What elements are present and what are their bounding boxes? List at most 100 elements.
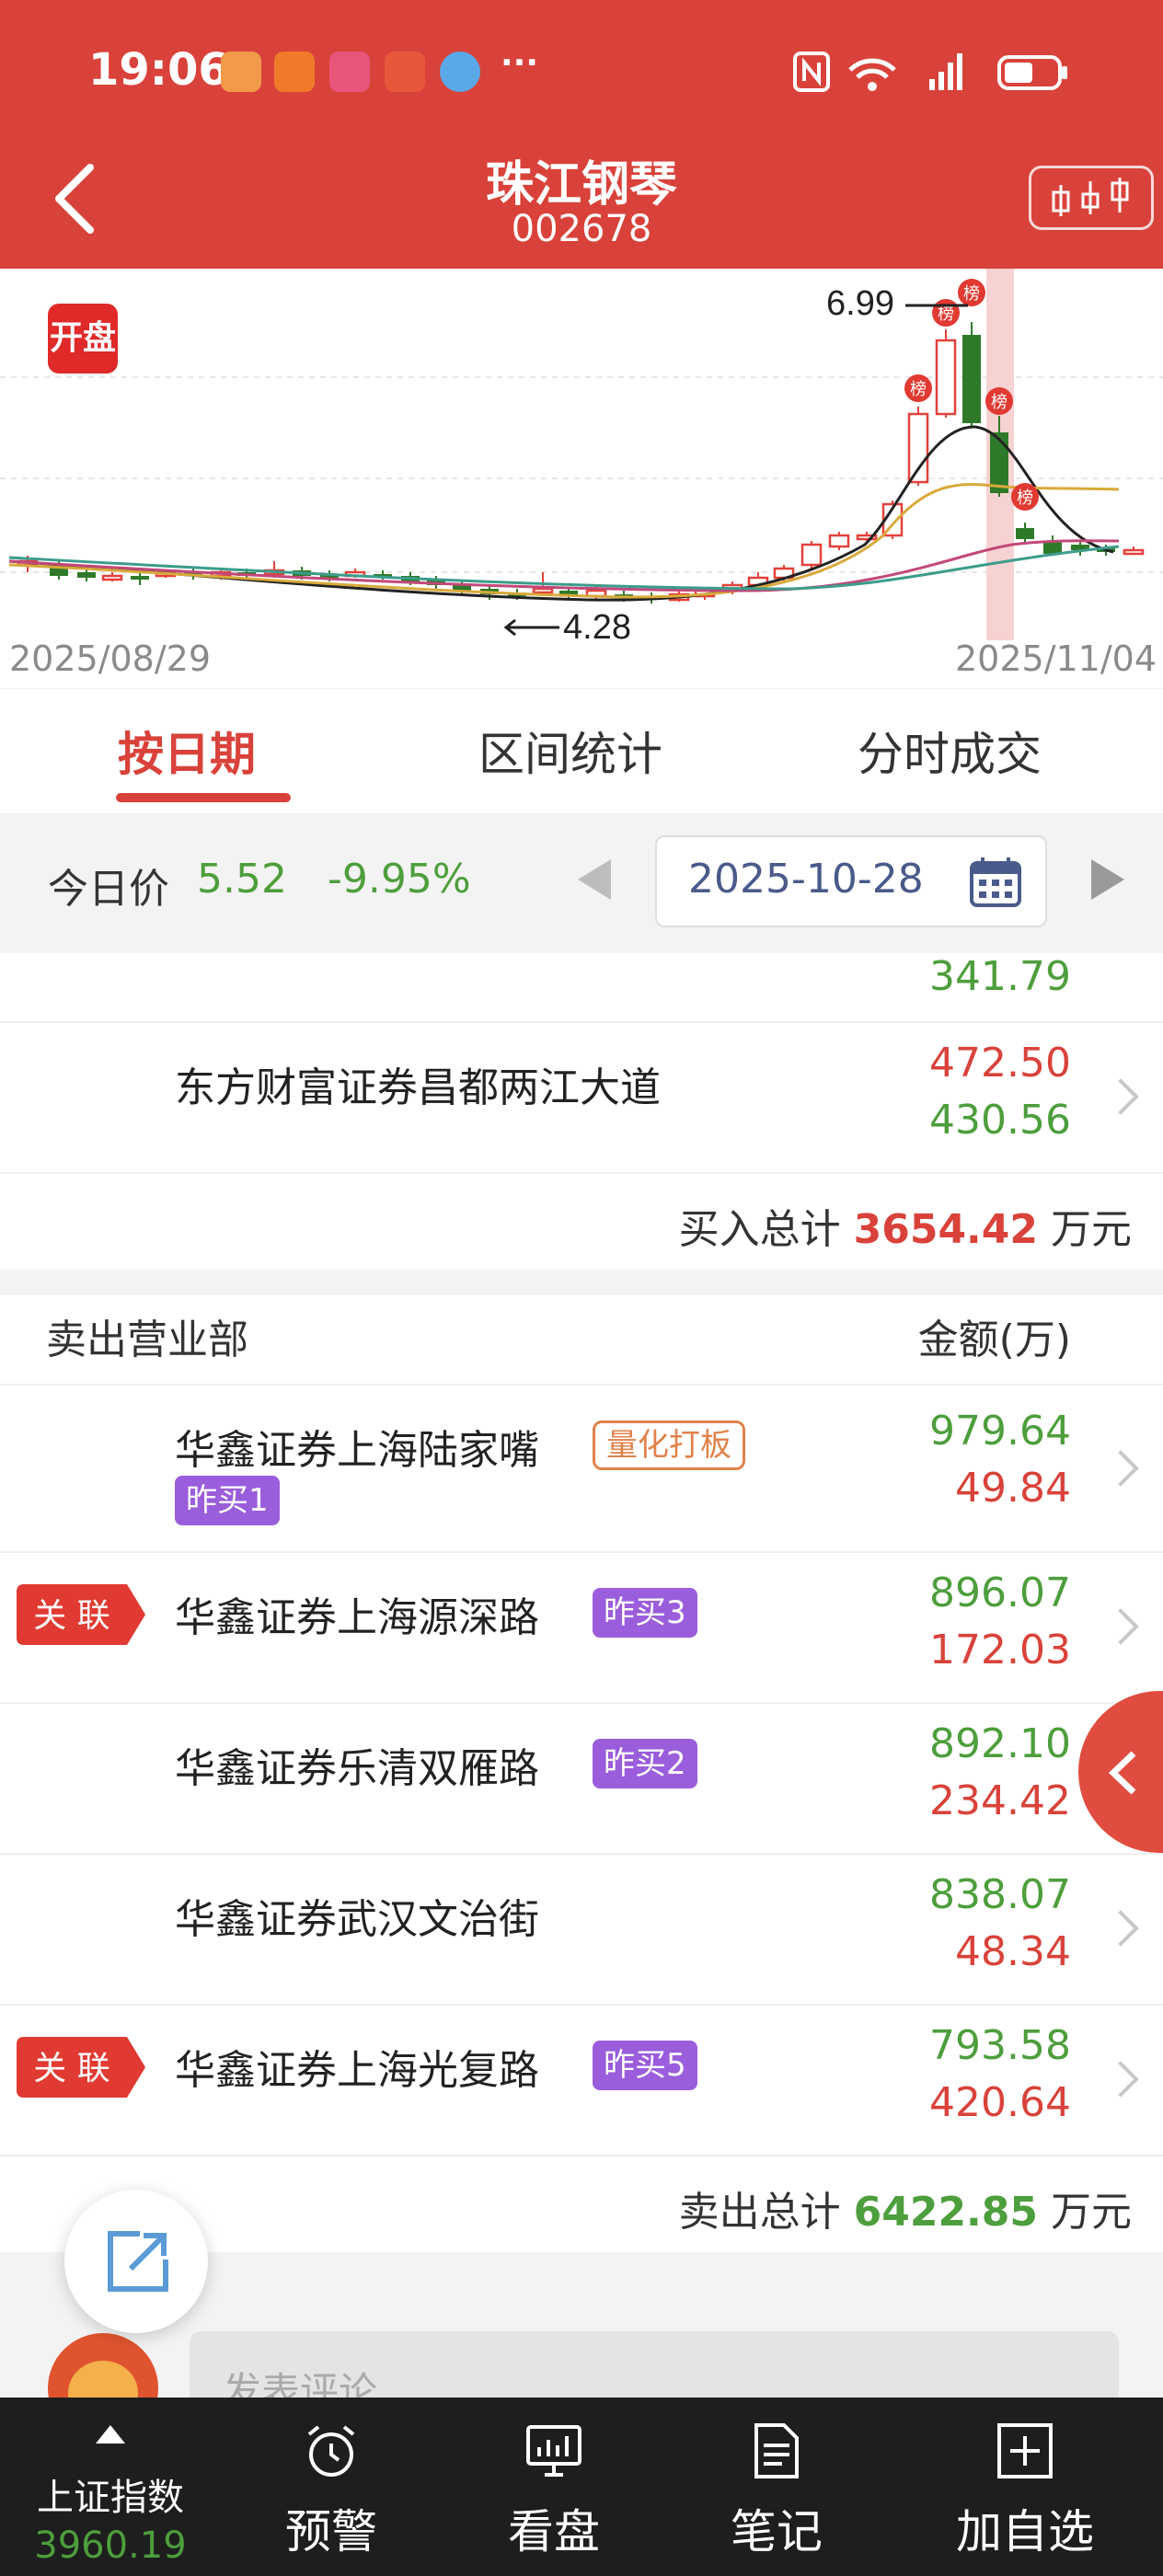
tab-by-date[interactable]: 按日期 [118, 718, 256, 784]
related-badge: 关 联 [17, 1584, 145, 1645]
tab-intraday-trades[interactable]: 分时成交 [858, 718, 1042, 784]
chart-start-date: 2025/08/29 [9, 638, 212, 679]
chevron-right-icon [1102, 1608, 1139, 1645]
candle-body [962, 335, 981, 423]
prev-buy-tag: 昨买3 [593, 1588, 697, 1638]
candle-body [935, 339, 957, 416]
broker-name: 华鑫证券武汉文治街 [175, 1896, 539, 1943]
sell-amount: 430.56 [929, 1097, 1071, 1144]
today-price-value: 5.52 [197, 856, 287, 903]
buy-amount: 838.07 [929, 1871, 1071, 1918]
candle-body [990, 432, 1008, 493]
index-widget[interactable]: 上证指数 3960.19 [0, 2398, 221, 2576]
candle-body [131, 576, 149, 580]
sell-amount: 49.84 [955, 1465, 1071, 1512]
ma60-line [8, 545, 1120, 591]
broker-name: 华鑫证券上海源深路 [175, 1594, 539, 1641]
candle-body [1123, 548, 1145, 556]
buy-amount: 892.10 [929, 1720, 1071, 1767]
candle-body [907, 412, 929, 484]
buy-total-unit: 万元 [1051, 1206, 1132, 1253]
low-price-label: 4.28 [563, 608, 631, 647]
sell-row[interactable]: 华鑫证券上海陆家嘴 量化打板 昨买1 979.64 49.84 [0, 1386, 1163, 1553]
candle-body [828, 534, 850, 548]
nav-watch[interactable]: 看盘 [480, 2495, 628, 2561]
chevron-right-icon [1102, 2061, 1139, 2098]
nav-alert[interactable]: 预警 [258, 2495, 405, 2561]
kline-toggle-button[interactable] [1029, 166, 1154, 230]
stock-name: 珠江钢琴 [485, 157, 677, 213]
sell-row[interactable]: 关 联 华鑫证券上海光复路 昨买5 793.58 420.64 [0, 2006, 1163, 2156]
buy-total-label: 买入总计 [678, 1206, 841, 1253]
app-notification-icon [221, 52, 261, 92]
alarm-clock-icon [307, 2425, 355, 2477]
sell-row[interactable]: 华鑫证券武汉文治街 838.07 48.34 [0, 1855, 1163, 2006]
sell-row[interactable]: 华鑫证券乐清双雁路 昨买2 892.10 234.42 [0, 1704, 1163, 1855]
calendar-icon[interactable] [968, 854, 1023, 909]
candle-body [800, 543, 823, 567]
buy-total: 买入总计 3654.42 万元 [679, 1196, 1132, 1255]
open-badge: 开盘 [48, 304, 118, 374]
broker-name: 华鑫证券上海陆家嘴 [175, 1427, 539, 1474]
quant-tag: 量化打板 [593, 1420, 745, 1470]
index-value: 3960.19 [34, 2524, 187, 2567]
broker-name: 华鑫证券上海光复路 [175, 2047, 539, 2094]
related-badge: 关 联 [17, 2037, 145, 2098]
app-notification-icon [274, 52, 315, 92]
buy-amount: 979.64 [929, 1408, 1071, 1455]
nav-notes[interactable]: 笔记 [703, 2495, 850, 2561]
sell-total: 卖出总计 6422.85 万元 [679, 2179, 1132, 2237]
weather-icon [440, 52, 480, 92]
buy-total-row: 买入总计 3654.42 万元 [0, 1174, 1163, 1270]
share-button[interactable] [64, 2190, 208, 2333]
list-badge-label: 榜 [910, 380, 927, 399]
kline-chart-canvas: 榜榜榜榜榜 6.99 4.28 [0, 269, 1163, 647]
more-notifications-icon: ··· [501, 44, 539, 82]
active-tab-indicator [116, 793, 291, 802]
tab-range-stats[interactable]: 区间统计 [478, 718, 662, 784]
index-name: 上证指数 [37, 2477, 184, 2519]
list-badge-label: 榜 [991, 393, 1008, 412]
sell-amount: 234.42 [929, 1777, 1071, 1824]
list-badge-label: 榜 [938, 305, 954, 324]
prev-buy-tag: 昨买5 [593, 2041, 697, 2090]
candle-body [1016, 528, 1034, 539]
related-badge-label: 关 联 [33, 1597, 109, 1635]
buy-total-value: 3654.42 [853, 1206, 1038, 1253]
today-price-change: -9.95% [328, 856, 471, 903]
buy-amount: 793.58 [929, 2022, 1071, 2069]
sell-header-label: 卖出营业部 [46, 1317, 248, 1363]
chevron-right-icon [1102, 1910, 1139, 1947]
bank-app-icon [385, 52, 425, 92]
status-bar: 19:06 ··· [0, 0, 1163, 147]
note-icon [754, 2423, 799, 2478]
prev-buy-tag: 昨买2 [593, 1739, 697, 1788]
section-divider [0, 1270, 1163, 1295]
buy-amount: 472.50 [929, 1040, 1071, 1087]
ma10-line [8, 482, 1120, 599]
sell-total-unit: 万元 [1051, 2189, 1132, 2236]
sell-row[interactable]: 关 联 华鑫证券上海源深路 昨买3 896.07 172.03 [0, 1553, 1163, 1704]
previous-date-icon[interactable] [578, 859, 611, 900]
app-root: 19:06 ··· 珠江钢琴 002678 榜 榜 榜 榜 榜 6.99 4.2… [0, 0, 1163, 2576]
buy-row-partial[interactable]: 341.79 [0, 953, 1163, 1023]
chevron-right-icon [1102, 1450, 1139, 1487]
broker-name: 东方财富证券昌都两江大道 [175, 1064, 661, 1111]
amount-header-label: 金额(万) [917, 1317, 1071, 1363]
nav-add-watchlist[interactable]: 加自选 [942, 2495, 1108, 2561]
prev-buy-tag: 昨买1 [175, 1476, 280, 1525]
list-badge-label: 榜 [1017, 489, 1033, 508]
broker-name: 华鑫证券乐清双雁路 [175, 1745, 539, 1792]
chart-end-date: 2025/11/04 [955, 638, 1157, 679]
chevron-left-icon [1108, 1751, 1136, 1795]
today-price-label: 今日价 [48, 866, 169, 913]
list-badge-label: 榜 [963, 284, 980, 304]
buy-row[interactable]: 东方财富证券昌都两江大道 472.50 430.56 [0, 1023, 1163, 1174]
sell-amount: 420.64 [929, 2079, 1071, 2126]
sell-amount: 172.03 [929, 1627, 1071, 1673]
chevron-right-icon [1102, 1078, 1139, 1115]
bilibili-icon [329, 52, 370, 92]
high-price-label: 6.99 [826, 284, 894, 323]
share-icon [108, 2231, 168, 2292]
next-date-icon[interactable] [1091, 859, 1124, 900]
